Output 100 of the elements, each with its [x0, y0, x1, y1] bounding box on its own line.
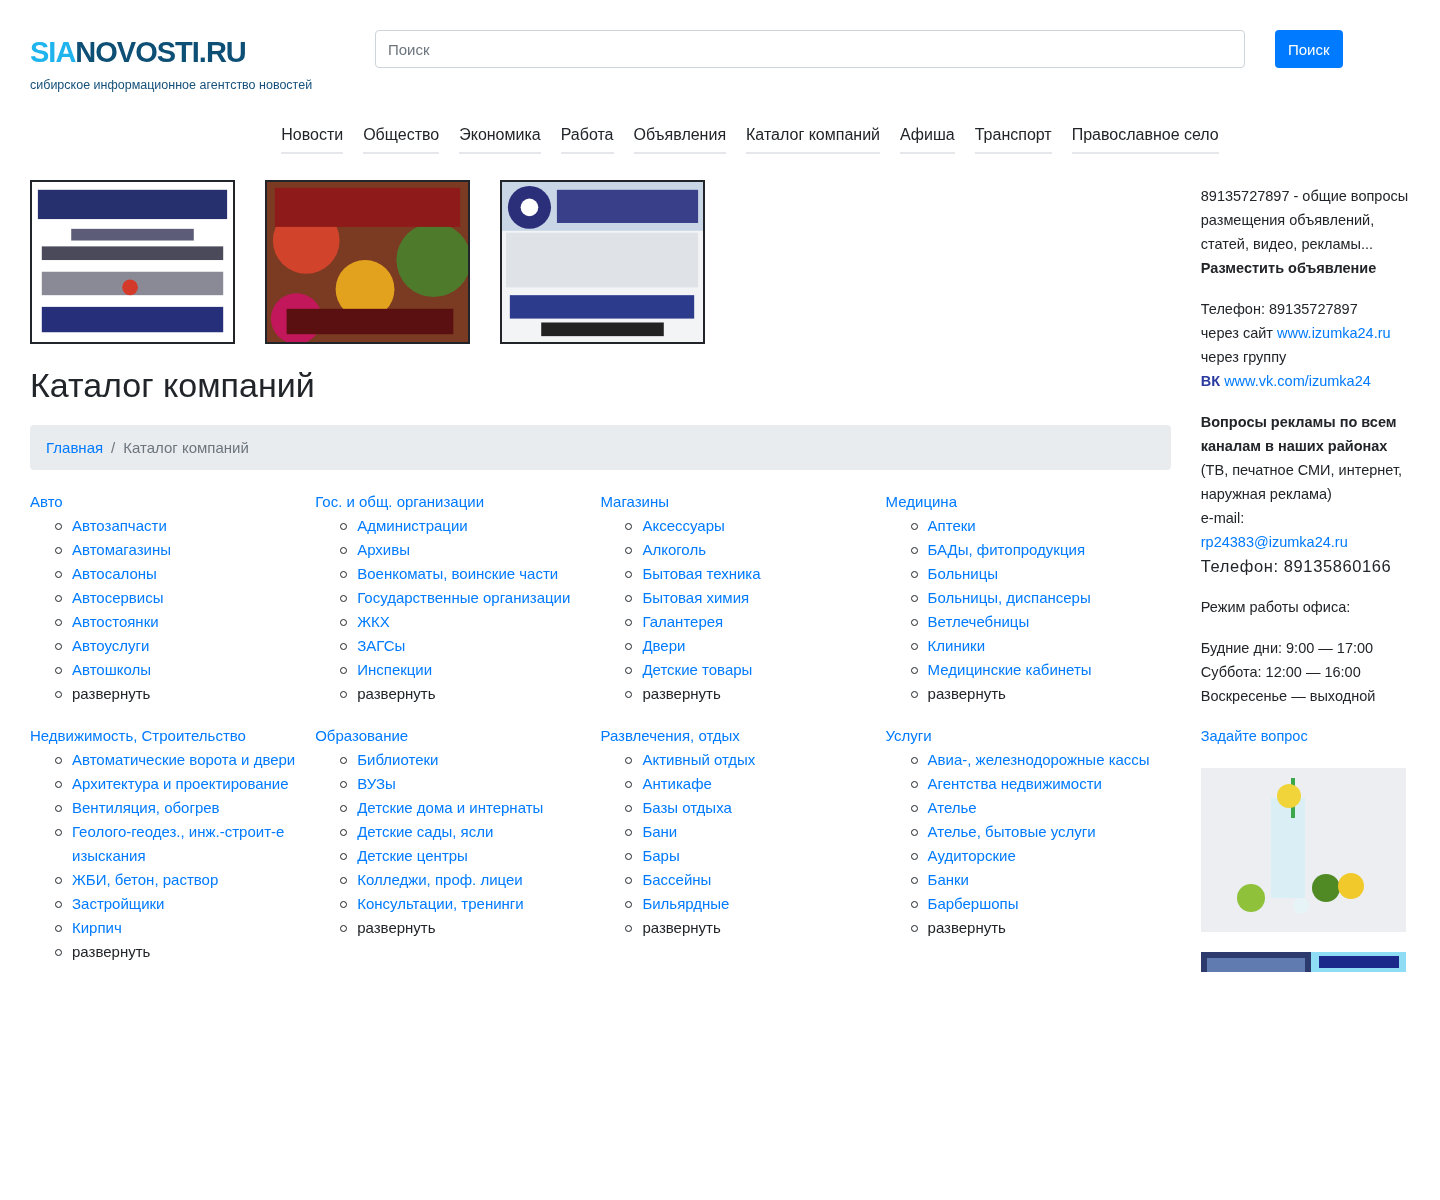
- hours-text: Воскресенье — выходной: [1200, 687, 1377, 706]
- category-link[interactable]: Развлечения, отдых: [600, 727, 740, 744]
- subcategory-link[interactable]: ВУЗы: [357, 772, 396, 796]
- category-link[interactable]: Услуги: [885, 727, 932, 744]
- subcategory-link[interactable]: Базы отдыха: [642, 796, 732, 820]
- via-group-text: через группу: [1200, 348, 1288, 367]
- subcategory-link[interactable]: Автоматические ворота и двери: [72, 748, 296, 772]
- subcategory-link[interactable]: Автозапчасти: [72, 514, 167, 538]
- subcategory-link[interactable]: Кирпич: [72, 916, 122, 940]
- expand-link[interactable]: развернуть: [72, 940, 151, 964]
- vk-label: ВК: [1200, 373, 1221, 389]
- email-label: e-mail:: [1200, 509, 1246, 528]
- subcategory-link[interactable]: ЗАГСы: [357, 634, 406, 658]
- subcategory-link[interactable]: ЖБИ, бетон, раствор: [72, 868, 219, 892]
- subcategory-link[interactable]: Бары: [642, 844, 680, 868]
- subcategory-link[interactable]: ЖКХ: [357, 610, 390, 634]
- nav-link[interactable]: Транспорт: [974, 126, 1052, 154]
- expand-link[interactable]: развернуть: [927, 682, 1006, 706]
- nav-link[interactable]: Работа: [560, 126, 614, 154]
- subcategory-link[interactable]: Государственные организации: [357, 586, 571, 610]
- subcategory-link[interactable]: Алкоголь: [642, 538, 706, 562]
- subcategory-link[interactable]: Аудиторские: [927, 844, 1016, 868]
- subcategory-link[interactable]: Двери: [642, 634, 686, 658]
- vk-link[interactable]: www.vk.com/izumka24: [1224, 373, 1371, 389]
- expand-link[interactable]: развернуть: [72, 682, 151, 706]
- subcategory-link[interactable]: Бытовая химия: [642, 586, 750, 610]
- subcategory-link[interactable]: Детские товары: [642, 658, 753, 682]
- subcategory-link[interactable]: Бильярдные: [642, 892, 730, 916]
- subcategory-link[interactable]: Детские центры: [357, 844, 468, 868]
- subcategory-link[interactable]: Детские сады, ясли: [357, 820, 494, 844]
- subcategory-link[interactable]: Бассейны: [642, 868, 712, 892]
- ask-link[interactable]: Задайте вопрос: [1200, 724, 1410, 748]
- search-button[interactable]: Поиск: [1275, 30, 1343, 68]
- subcategory-link[interactable]: Банки: [927, 868, 969, 892]
- expand-link[interactable]: развернуть: [357, 682, 436, 706]
- category-link[interactable]: Авто: [30, 493, 63, 510]
- subcategory-link[interactable]: Вентиляция, обогрев: [72, 796, 220, 820]
- subcategory-link[interactable]: Бани: [642, 820, 678, 844]
- category-link[interactable]: Гос. и общ. организации: [315, 493, 485, 510]
- nav-link[interactable]: Экономика: [459, 126, 541, 154]
- expand-link[interactable]: развернуть: [927, 916, 1006, 940]
- subcategory-link[interactable]: Геолого-геодез., инж.-строит-е изыскания: [72, 820, 312, 868]
- nav-link[interactable]: Объявления: [633, 126, 727, 154]
- breadcrumb-current: Каталог компаний: [123, 439, 249, 456]
- subcategory-link[interactable]: Ателье: [927, 796, 977, 820]
- subcategory-link[interactable]: Консультации, тренинги: [357, 892, 524, 916]
- site-tagline: сибирское информационное агентство новостей: [30, 78, 314, 92]
- subcategory-link[interactable]: Автосалоны: [72, 562, 157, 586]
- subcategory-link[interactable]: Антикафе: [642, 772, 712, 796]
- subcategory-link[interactable]: Архивы: [357, 538, 410, 562]
- subcategory-link[interactable]: Больницы: [927, 562, 999, 586]
- site-logo[interactable]: SIANOVOSTI.RU: [30, 30, 246, 74]
- subcategory-link[interactable]: Автомагазины: [72, 538, 171, 562]
- subcategory-link[interactable]: Аптеки: [927, 514, 976, 538]
- nav-link[interactable]: Новости: [281, 126, 344, 154]
- subcategory-link[interactable]: Больницы, диспансеры: [927, 586, 1091, 610]
- nav-link[interactable]: Афиша: [900, 126, 955, 154]
- hours-text: Суббота: 12:00 — 16:00: [1200, 663, 1362, 682]
- breadcrumb-link[interactable]: Главная: [46, 439, 104, 456]
- subcategory-link[interactable]: БАДы, фитопродукция: [927, 538, 1086, 562]
- subcategory-link[interactable]: Автосервисы: [72, 586, 164, 610]
- subcategory-link[interactable]: Барбершопы: [927, 892, 1019, 916]
- subcategory-link[interactable]: Клиники: [927, 634, 986, 658]
- subcategory-link[interactable]: Автошколы: [72, 658, 151, 682]
- subcategory-link[interactable]: Аксессуары: [642, 514, 725, 538]
- subcategory-link[interactable]: Ателье, бытовые услуги: [927, 820, 1096, 844]
- category-link[interactable]: Медицина: [885, 493, 957, 510]
- expand-link[interactable]: развернуть: [642, 916, 721, 940]
- site-link[interactable]: www.izumka24.ru: [1277, 325, 1391, 341]
- category-link[interactable]: Магазины: [600, 493, 670, 510]
- category-link[interactable]: Недвижимость, Строительство: [30, 727, 246, 744]
- subcategory-link[interactable]: Бытовая техника: [642, 562, 761, 586]
- search-field[interactable]: Поиск: [375, 30, 1245, 68]
- subcategory-link[interactable]: Агентства недвижимости: [927, 772, 1102, 796]
- subcategory-link[interactable]: Ветлечебницы: [927, 610, 1030, 634]
- subcategory-link[interactable]: Библиотеки: [357, 748, 439, 772]
- subcategory-link[interactable]: Администрации: [357, 514, 468, 538]
- email-link[interactable]: rp24383@izumka24.ru: [1200, 530, 1410, 554]
- subcategory-link[interactable]: Застройщики: [72, 892, 165, 916]
- ads-note: (ТВ, печатное СМИ, интернет, наружная реклама): [1200, 461, 1403, 504]
- nav-link[interactable]: Общество: [363, 126, 440, 154]
- category-link[interactable]: Образование: [315, 727, 409, 744]
- nav-link[interactable]: Православное село: [1071, 126, 1219, 154]
- subcategory-link[interactable]: Военкоматы, воинские части: [357, 562, 559, 586]
- subcategory-link[interactable]: Активный отдых: [642, 748, 756, 772]
- phone-text: Телефон: 89135860166: [1200, 556, 1393, 577]
- hours-text: Будние дни: 9:00 — 17:00: [1200, 639, 1375, 658]
- subcategory-link[interactable]: Автоуслуги: [72, 634, 150, 658]
- expand-link[interactable]: развернуть: [642, 682, 721, 706]
- via-site-text: через сайт: [1200, 325, 1273, 341]
- subcategory-link[interactable]: Колледжи, проф. лицеи: [357, 868, 523, 892]
- subcategory-link[interactable]: Детские дома и интернаты: [357, 796, 544, 820]
- subcategory-link[interactable]: Авиа-, железнодорожные кассы: [927, 748, 1150, 772]
- subcategory-link[interactable]: Галантерея: [642, 610, 724, 634]
- subcategory-link[interactable]: Медицинские кабинеты: [927, 658, 1092, 682]
- subcategory-link[interactable]: Архитектура и проектирование: [72, 772, 289, 796]
- subcategory-link[interactable]: Инспекции: [357, 658, 433, 682]
- expand-link[interactable]: развернуть: [357, 916, 436, 940]
- nav-link[interactable]: Каталог компаний: [746, 126, 880, 154]
- subcategory-link[interactable]: Автостоянки: [72, 610, 159, 634]
